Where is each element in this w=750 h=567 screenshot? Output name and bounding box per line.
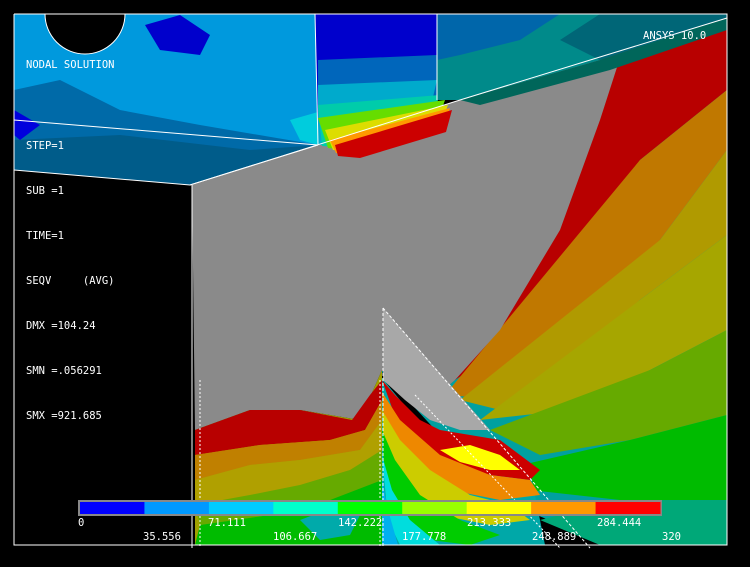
legend-cell-7 <box>531 502 597 514</box>
info-block: NODAL SOLUTION STEP=1 SUB =1 TIME=1 SEQV… <box>26 28 115 439</box>
legend-label-top-0: 0 <box>78 517 85 529</box>
legend-cell-1 <box>144 502 210 514</box>
legend-color-cells <box>80 502 661 514</box>
legend-label-top-1: 71.111 <box>208 517 246 529</box>
legend-cell-4 <box>337 502 403 514</box>
legend-cell-0 <box>80 502 145 514</box>
smx-label: SMX =921.685 <box>26 410 102 422</box>
legend-label-bottom-3: 248.889 <box>532 531 577 543</box>
seqv-label: SEQV (AVG) <box>26 275 115 287</box>
legend-label-top-2: 142.222 <box>338 517 383 529</box>
legend-cell-3 <box>273 502 339 514</box>
color-legend <box>78 500 662 516</box>
legend-label-top-3: 213.333 <box>467 517 512 529</box>
version-label: ANSYS 10.0 <box>643 30 707 42</box>
legend-cell-2 <box>208 502 274 514</box>
dmx-label: DMX =104.24 <box>26 320 96 332</box>
time-label: TIME=1 <box>26 230 64 242</box>
title-label: NODAL SOLUTION <box>26 59 115 71</box>
legend-label-bottom-1: 106.667 <box>273 531 318 543</box>
legend-label-top-4: 284.444 <box>597 517 642 529</box>
step-label: STEP=1 <box>26 140 64 152</box>
legend-label-bottom-0: 35.556 <box>143 531 181 543</box>
smn-label: SMN =.056291 <box>26 365 102 377</box>
legend-cell-5 <box>402 502 468 514</box>
sub-label: SUB =1 <box>26 185 64 197</box>
legend-label-bottom-4: 320 <box>662 531 681 543</box>
legend-cell-8 <box>595 502 661 514</box>
legend-label-bottom-2: 177.778 <box>402 531 447 543</box>
legend-cell-6 <box>466 502 532 514</box>
